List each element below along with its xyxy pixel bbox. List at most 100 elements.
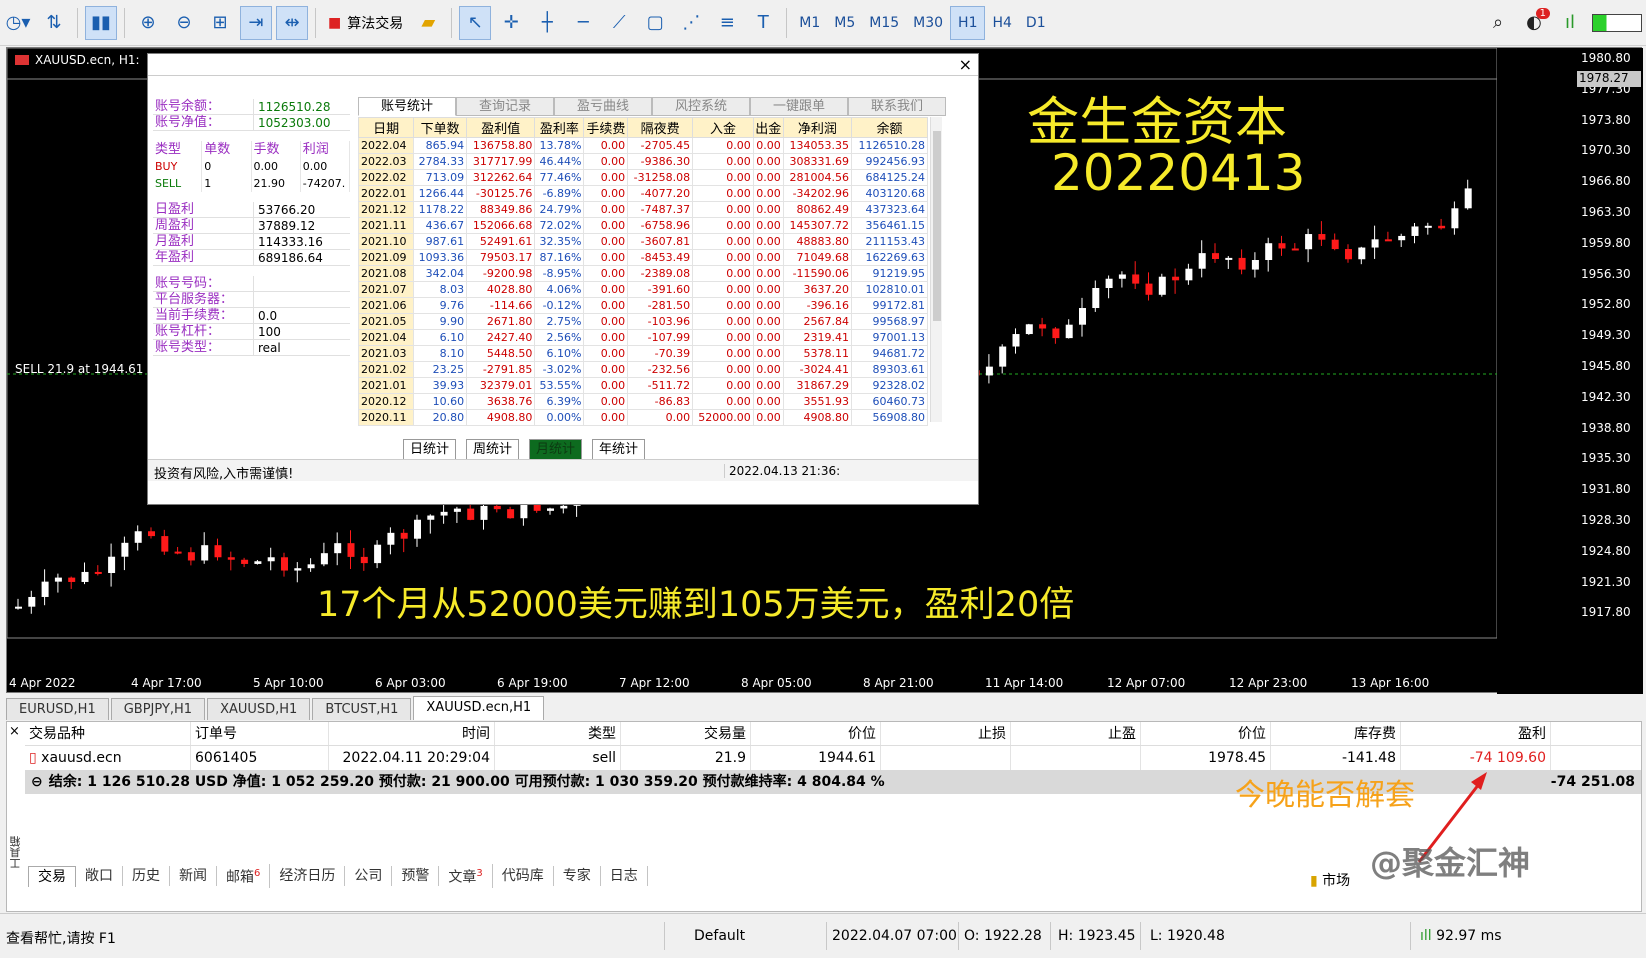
timeframe-m15[interactable]: M15 bbox=[862, 6, 906, 40]
toolbox-vertical-label[interactable]: 工具箱 bbox=[8, 836, 22, 869]
zoom-in-icon[interactable]: ⊕ bbox=[132, 6, 164, 40]
terminal-tab[interactable]: 敞口 bbox=[76, 866, 123, 886]
sell-count: 1 bbox=[202, 175, 252, 192]
terminal-tab-label: 经济日历 bbox=[279, 868, 336, 884]
table-cell: 79503.17 bbox=[466, 249, 536, 266]
one-click-trading-icon[interactable]: ⇅ bbox=[38, 6, 70, 40]
channel-icon[interactable]: ≡ bbox=[711, 6, 743, 40]
terminal-tab[interactable]: 历史 bbox=[123, 866, 170, 886]
terminal-tab[interactable]: 公司 bbox=[345, 866, 393, 886]
crosshair-icon[interactable]: ✛ bbox=[495, 6, 527, 40]
terminal-tab[interactable]: 日志 bbox=[601, 866, 648, 886]
table-cell: 2021.12 bbox=[357, 201, 415, 218]
notifications-icon[interactable]: ◐ 1 bbox=[1518, 6, 1550, 40]
table-cell: 356461.15 bbox=[851, 217, 928, 234]
y-tick-label: 1942.30 bbox=[1581, 389, 1631, 404]
chart-tab[interactable]: GBPJPY,H1 bbox=[110, 698, 206, 720]
algo-trading-button[interactable]: ■ 算法交易 bbox=[321, 6, 410, 40]
terminal-tab[interactable]: 专家 bbox=[554, 866, 601, 886]
terminal-tab-label: 邮箱 bbox=[226, 869, 254, 886]
search-icon[interactable]: ⌕ bbox=[1482, 6, 1514, 40]
cursor-icon[interactable]: ↖ bbox=[459, 5, 492, 40]
connection-icon: ıll bbox=[1420, 928, 1432, 944]
dialog-tab[interactable]: 风控系统 bbox=[652, 97, 750, 116]
table-cell: -11590.06 bbox=[782, 265, 853, 282]
clock-icon[interactable]: ◷▾ bbox=[2, 6, 34, 40]
column-header: 出金 bbox=[752, 117, 784, 138]
auto-scroll-icon[interactable]: ⇥ bbox=[240, 5, 272, 40]
terminal-tab[interactable]: 邮箱6 bbox=[217, 864, 271, 888]
terminal-tab[interactable]: 预警 bbox=[392, 866, 440, 886]
period-button[interactable]: 月统计 bbox=[529, 439, 583, 460]
candle-body bbox=[467, 508, 475, 520]
folder-icon[interactable]: ▰ bbox=[412, 6, 444, 40]
dialog-close-button[interactable]: × bbox=[959, 55, 972, 74]
candle-body bbox=[320, 553, 328, 565]
table-cell: 8.10 bbox=[413, 345, 468, 362]
terminal-tab[interactable]: 新闻 bbox=[170, 866, 217, 886]
candle-body bbox=[414, 519, 421, 539]
dialog-tab[interactable]: 一键跟单 bbox=[750, 97, 848, 116]
dialog-tab[interactable]: 账号统计 bbox=[358, 97, 456, 116]
text-icon[interactable]: T bbox=[747, 6, 779, 40]
table-cell: 1266.44 bbox=[413, 185, 468, 202]
dialog-titlebar[interactable]: × bbox=[148, 54, 978, 76]
candle-body bbox=[108, 556, 116, 574]
horizontal-line-icon[interactable]: ─ bbox=[567, 6, 599, 40]
candle-body bbox=[1238, 257, 1246, 270]
candle-body bbox=[400, 532, 408, 539]
timeframe-m1[interactable]: M1 bbox=[792, 6, 827, 40]
candle-body bbox=[134, 531, 142, 543]
timeframe-d1[interactable]: D1 bbox=[1019, 6, 1053, 40]
grid-icon[interactable]: ⊞ bbox=[204, 6, 236, 40]
candle-body bbox=[294, 568, 302, 571]
timeframe-m5[interactable]: M5 bbox=[827, 6, 862, 40]
table-cell: 312262.64 bbox=[466, 169, 536, 186]
zoom-out-icon[interactable]: ⊖ bbox=[168, 6, 200, 40]
period-button[interactable]: 日统计 bbox=[403, 439, 457, 460]
positions-column-header: 类型 bbox=[495, 722, 621, 745]
timeframe-h1[interactable]: H1 bbox=[950, 5, 986, 40]
vertical-line-icon[interactable]: ┼ bbox=[531, 6, 563, 40]
chart-tab[interactable]: EURUSD,H1 bbox=[6, 698, 109, 720]
dialog-tab[interactable]: 查询记录 bbox=[456, 97, 554, 116]
candlestick-chart-icon[interactable]: ▮▮ bbox=[85, 5, 117, 40]
market-button[interactable]: ▮ 市场 bbox=[1310, 870, 1350, 890]
table-cell: 0.00 bbox=[583, 169, 629, 186]
timeframe-m30[interactable]: M30 bbox=[906, 6, 950, 40]
terminal-tab[interactable]: 代码库 bbox=[493, 866, 554, 886]
collapse-icon[interactable]: ⊖ bbox=[31, 774, 43, 790]
table-cell: 97001.13 bbox=[851, 329, 928, 346]
status-low: L: 1920.48 bbox=[1150, 928, 1225, 944]
dialog-tab[interactable]: 盈亏曲线 bbox=[554, 97, 652, 116]
terminal-tab[interactable]: 文章3 bbox=[439, 864, 493, 888]
timeframe-h4[interactable]: H4 bbox=[985, 6, 1018, 40]
table-scrollbar[interactable] bbox=[930, 117, 942, 422]
chart-tab[interactable]: BTCUST,H1 bbox=[312, 698, 412, 720]
terminal-tab[interactable]: 经济日历 bbox=[270, 866, 346, 886]
table-row[interactable]: ▯ xauusd.ecn 6061405 2022.04.11 20:29:04 se… bbox=[25, 746, 1641, 770]
candle-body bbox=[41, 581, 49, 597]
terminal-close-icon[interactable]: × bbox=[9, 724, 20, 739]
chart-tab[interactable]: XAUUSD,H1 bbox=[207, 698, 311, 720]
fibonacci-icon[interactable]: ⋰ bbox=[675, 6, 707, 40]
scrollbar-thumb[interactable] bbox=[933, 131, 941, 321]
terminal-tab-label: 代码库 bbox=[501, 868, 544, 884]
period-button[interactable]: 周统计 bbox=[466, 439, 520, 460]
signal-icon[interactable]: ıl bbox=[1554, 6, 1586, 40]
table-cell: -103.96 bbox=[627, 313, 694, 330]
leverage-value: 100 bbox=[253, 324, 350, 339]
table-row: 2021.07 8.03 4028.80 4.06% 0.00 -391.60 0.00 0.… bbox=[357, 281, 928, 298]
candle-body bbox=[81, 571, 89, 582]
toolbar-separator bbox=[77, 7, 78, 38]
period-button[interactable]: 年统计 bbox=[592, 439, 646, 460]
positions-column-header: 时间 bbox=[329, 722, 495, 745]
terminal-tab[interactable]: 交易 bbox=[28, 865, 76, 887]
dialog-tab[interactable]: 联系我们 bbox=[848, 97, 946, 116]
chart-tab[interactable]: XAUUSD.ecn,H1 bbox=[413, 696, 545, 720]
chart-shift-icon[interactable]: ⇹ bbox=[276, 5, 308, 40]
table-cell: 2022.02 bbox=[357, 169, 415, 186]
rectangle-icon[interactable]: ▢ bbox=[639, 6, 671, 40]
table-cell: -107.99 bbox=[627, 329, 694, 346]
trendline-icon[interactable]: ⟋ bbox=[603, 6, 635, 40]
